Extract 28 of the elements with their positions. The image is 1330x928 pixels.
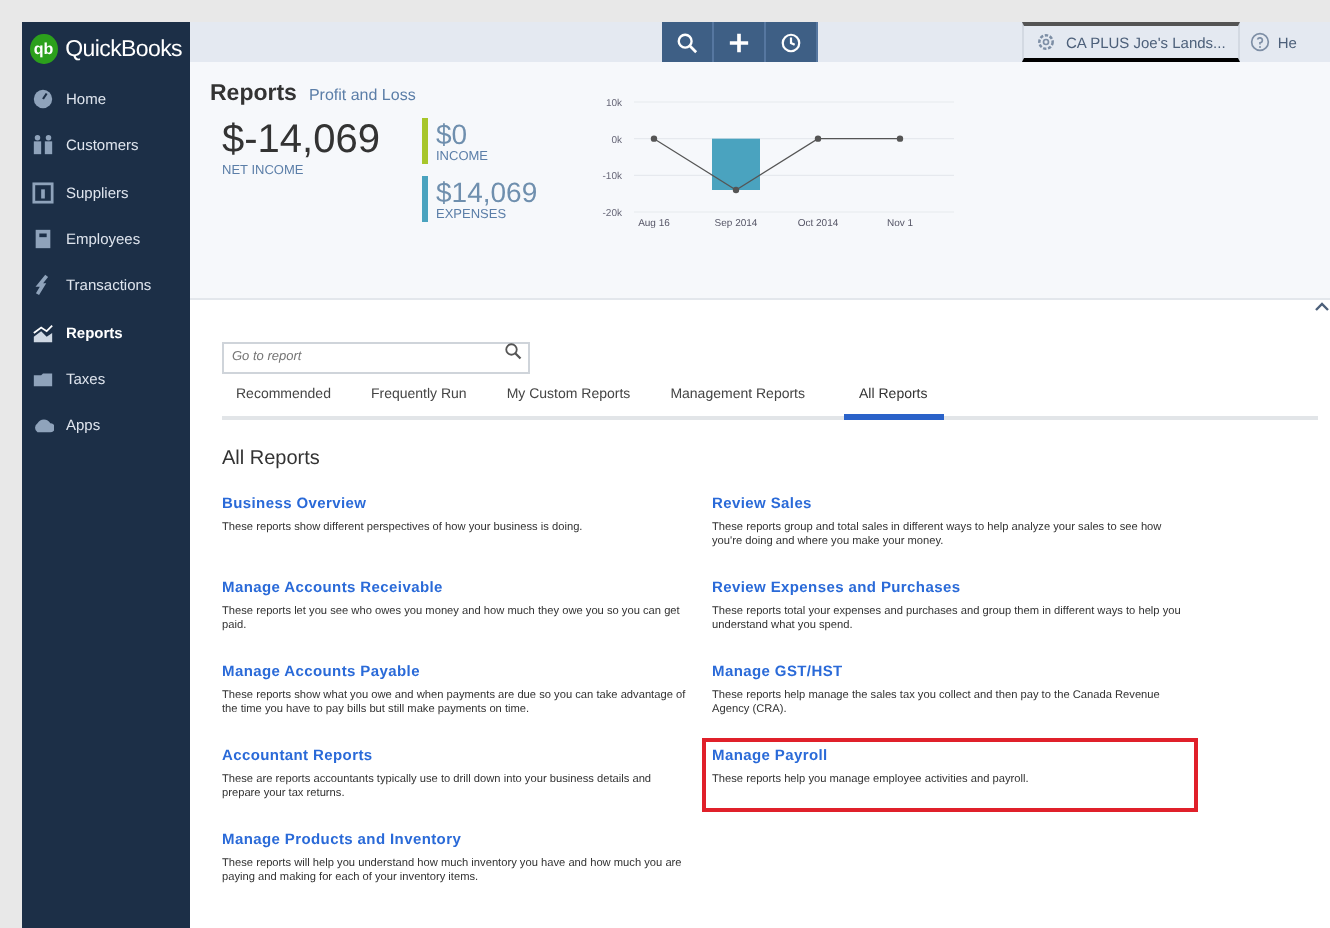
caret-icon[interactable] (1314, 300, 1330, 312)
chart-bar (711, 138, 760, 190)
logo-icon: qb (30, 34, 58, 64)
add-button[interactable] (714, 22, 766, 62)
building-icon (32, 181, 54, 204)
net-income-value: $-14,069 (222, 118, 382, 164)
chart-point (896, 135, 903, 142)
help-icon (1249, 32, 1270, 52)
search-button[interactable] (662, 22, 714, 62)
cloud-icon (32, 414, 54, 437)
page-subtitle[interactable]: Profit and Loss (308, 86, 416, 104)
chart-point (814, 135, 821, 142)
app-logo: QuickBooks (65, 37, 182, 61)
section-title: All Reports (222, 447, 322, 469)
badge-icon (32, 228, 54, 251)
settings-icon (1036, 32, 1056, 52)
search-icon (504, 341, 522, 359)
chart-point (732, 186, 739, 194)
home-icon (32, 88, 54, 111)
chart-point (650, 135, 657, 142)
area-chart-icon (32, 321, 54, 344)
bolt-icon (32, 274, 54, 297)
page-title: Reports (210, 82, 297, 106)
people-icon (32, 134, 54, 157)
search-icon (676, 31, 698, 53)
plus-icon (728, 31, 750, 53)
clock-icon (780, 31, 802, 53)
recent-button[interactable] (766, 22, 818, 62)
